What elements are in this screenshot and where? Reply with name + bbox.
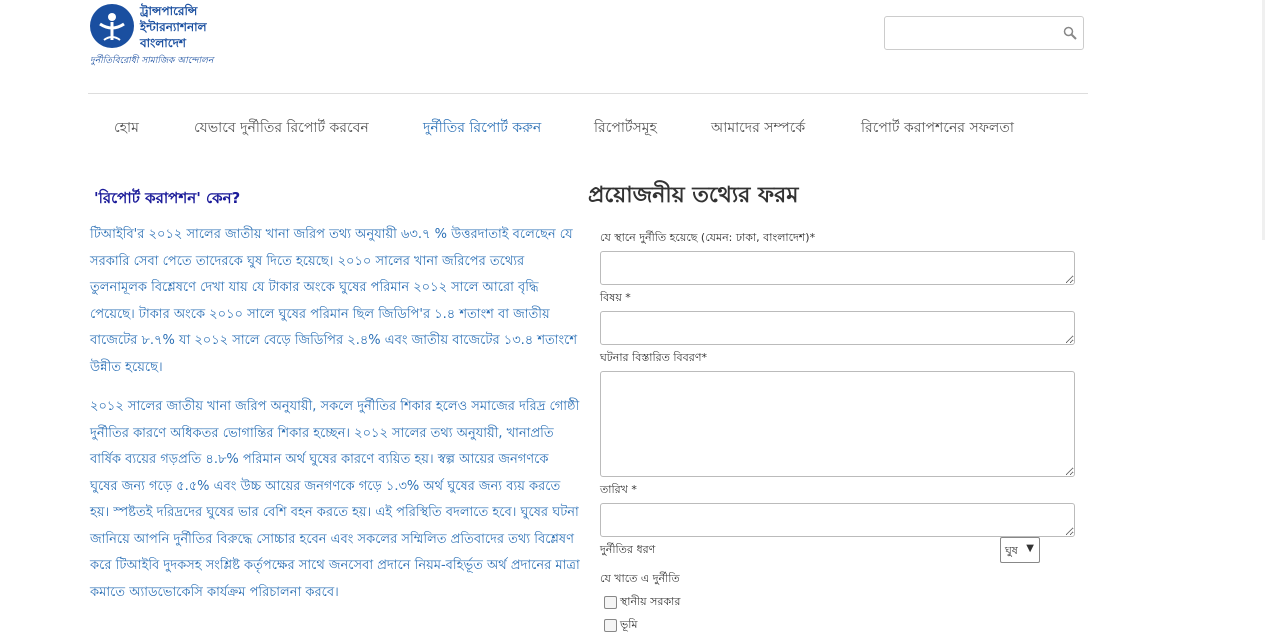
page-container: ট্রান্সপারেন্সি ইন্টারন্যাশনাল বাংলাদেশ … <box>88 0 1088 633</box>
details-field[interactable] <box>600 371 1075 477</box>
nav-report-corruption[interactable]: দুর্নীতির রিপোর্ট করুন <box>423 116 541 140</box>
intro-paragraph-2: ২০১২ সালের জাতীয় খানা জরিপ অনুযায়ী, সক… <box>90 399 580 600</box>
why-report-title: 'রিপোর্ট করাপশন' কেন? <box>94 189 241 207</box>
intro-paragraph-1: টিআইবি'র ২০১২ সালের জাতীয় খানা জরিপ তথ্… <box>90 227 578 375</box>
location-label: যে স্থানে দুর্নীতি হয়েছে (যেমন: ঢাকা, ব… <box>600 231 816 244</box>
corruption-type-select[interactable]: ঘুষ ▼ <box>1000 537 1040 563</box>
logo-text-line2: ইন্টারন্যাশনাল <box>140 20 207 34</box>
sector-checkbox-land[interactable] <box>604 619 617 632</box>
dropdown-arrow-icon: ▼ <box>1026 543 1034 554</box>
logo-emblem-icon <box>90 4 134 48</box>
logo-tagline: দুর্নীতিবিরোধী সামাজিক আন্দোলন <box>90 56 214 66</box>
nav-reports[interactable]: রিপোর্টসমূহ <box>594 116 657 140</box>
search-box[interactable] <box>884 16 1084 50</box>
subject-label: বিষয় * <box>600 291 631 304</box>
nav-home[interactable]: হোম <box>114 116 139 140</box>
header-divider <box>88 93 1088 94</box>
form-title: প্রয়োজনীয় তথ্যের ফরম <box>588 183 799 208</box>
logo-text-line1: ট্রান্সপারেন্সি <box>140 4 198 18</box>
sector-label-local-gov: স্থানীয় সরকার <box>620 595 681 608</box>
search-input[interactable] <box>885 17 1067 47</box>
nav-about-us[interactable]: আমাদের সম্পর্কে <box>711 116 805 140</box>
date-label: তারিখ * <box>600 483 637 496</box>
main-nav: হোম যেভাবে দুর্নীতির রিপোর্ট করবেন দুর্ন… <box>88 112 1088 142</box>
sector-label-land: ভূমি <box>620 618 638 631</box>
ti-bangladesh-logo[interactable]: ট্রান্সপারেন্সি ইন্টারন্যাশনাল বাংলাদেশ … <box>88 2 228 68</box>
nav-success[interactable]: রিপোর্ট করাপশনের সফলতা <box>861 116 1014 140</box>
sector-label: যে খাতে এ দুর্নীতি <box>600 572 680 585</box>
nav-how-to-report[interactable]: যেভাবে দুর্নীতির রিপোর্ট করবেন <box>194 116 369 140</box>
date-field[interactable] <box>600 503 1075 537</box>
corruption-type-value: ঘুষ <box>1005 544 1018 557</box>
location-field[interactable] <box>600 251 1075 285</box>
sector-checkbox-local-gov[interactable] <box>604 596 617 609</box>
corruption-type-label: দুর্নীতির ধরণ <box>600 543 656 556</box>
search-icon[interactable] <box>1063 25 1077 40</box>
logo-text-line3: বাংলাদেশ <box>140 36 186 50</box>
details-label: ঘটনার বিস্তারিত বিবরণ* <box>600 351 708 364</box>
subject-field[interactable] <box>600 311 1075 345</box>
